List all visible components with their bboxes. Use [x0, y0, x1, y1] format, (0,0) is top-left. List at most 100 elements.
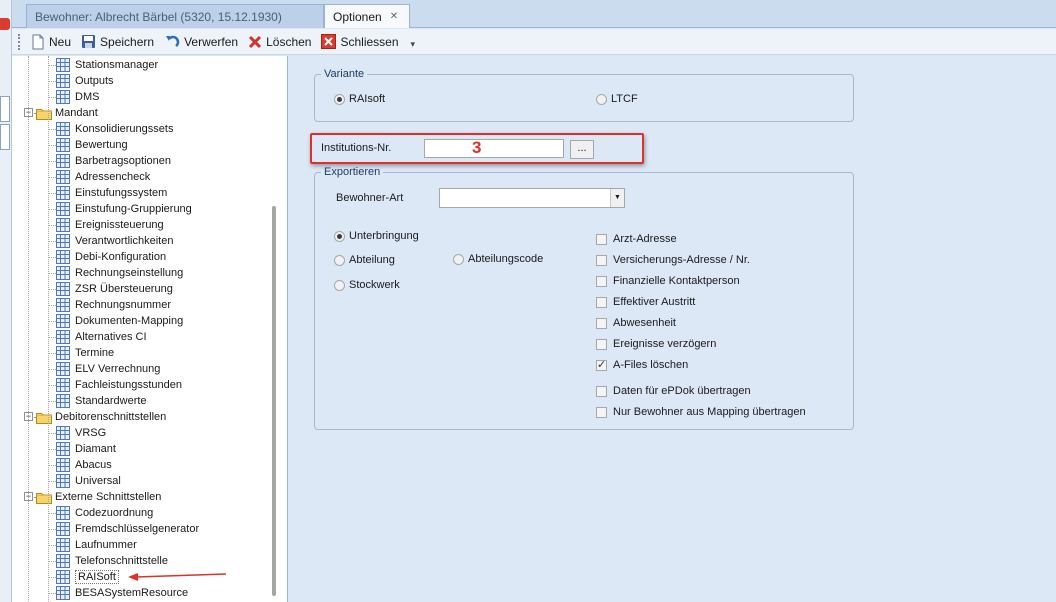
tree-connector [48, 161, 56, 162]
tab-optionen[interactable]: Optionen ✕ [324, 4, 410, 28]
tree-item[interactable]: Verantwortlichkeiten [56, 233, 173, 249]
checkbox-label: Ereignisse verzögern [613, 338, 717, 350]
grid-icon [56, 554, 70, 568]
grid-icon [56, 506, 70, 520]
tree-item[interactable]: Alternatives CI [56, 329, 147, 345]
radio-label: RAIsoft [349, 93, 386, 105]
checkbox-label: Versicherungs-Adresse / Nr. [613, 254, 750, 266]
tree-item[interactable]: Outputs [56, 73, 114, 89]
radio-unterbringung[interactable]: Unterbringung [334, 230, 419, 242]
radio-stockwerk[interactable]: Stockwerk [334, 279, 400, 291]
tree-item[interactable]: Diamant [56, 441, 116, 457]
checkbox-indicator [596, 338, 607, 350]
tree-item-label: Outputs [75, 75, 114, 87]
tree-item[interactable]: Laufnummer [56, 537, 137, 553]
tree-item[interactable]: Dokumenten-Mapping [56, 313, 183, 329]
tree-item[interactable]: Codezuordnung [56, 505, 153, 521]
tree-connector [48, 145, 56, 146]
checkbox-option[interactable]: Finanzielle Kontaktperson [596, 275, 740, 287]
options-content: Variante RAIsoft LTCF Institutions-Nr. 3… [290, 56, 1056, 602]
tree-item[interactable]: DMS [56, 89, 99, 105]
tree-item[interactable]: Rechnungsnummer [56, 297, 171, 313]
grid-icon [56, 170, 70, 184]
grid-icon [56, 378, 70, 392]
checkbox-label: Daten für ePDok übertragen [613, 385, 751, 397]
tree-item[interactable]: Fachleistungsstunden [56, 377, 182, 393]
tree-item[interactable]: Standardwerte [56, 393, 147, 409]
grid-icon [56, 522, 70, 536]
checkbox-indicator [596, 233, 607, 245]
tree-item[interactable]: ZSR Übersteuerung [56, 281, 173, 297]
delete-button[interactable]: Löschen [248, 35, 311, 49]
tab-resident[interactable]: Bewohner: Albrecht Bärbel (5320, 15.12.1… [26, 4, 324, 28]
checkbox-option[interactable]: Effektiver Austritt [596, 296, 695, 308]
tree-folder[interactable]: Externe Schnittstellen [36, 489, 161, 505]
edge-block [0, 96, 10, 122]
tree-item[interactable]: RAISoft [56, 569, 119, 585]
radio-ltcf[interactable]: LTCF [596, 93, 638, 105]
checkbox-option[interactable]: A-Files löschen [596, 358, 688, 371]
tree-item[interactable]: VRSG [56, 425, 106, 441]
radio-abteilungscode[interactable]: Abteilungscode [453, 253, 543, 265]
close-tab-icon[interactable]: ✕ [390, 11, 398, 22]
radio-abteilung[interactable]: Abteilung [334, 254, 395, 266]
tree-item[interactable]: BESASystemResource [56, 585, 188, 601]
tree-folder[interactable]: Debitorenschnittstellen [36, 409, 166, 425]
checkbox-option[interactable]: Nur Bewohner aus Mapping übertragen [596, 406, 806, 418]
save-button[interactable]: Speichern [81, 34, 154, 49]
tree-item[interactable]: Adressencheck [56, 169, 150, 185]
tree-connector [48, 321, 56, 322]
institution-nr-input[interactable] [424, 139, 564, 158]
tree-item-label: VRSG [75, 427, 107, 439]
checkbox-indicator [596, 406, 607, 418]
tree-item[interactable]: Konsolidierungssets [56, 121, 173, 137]
tree-item-label: Rechnungsnummer [75, 299, 171, 311]
discard-button-label: Verwerfen [184, 34, 239, 49]
close-app-icon[interactable] [0, 18, 10, 30]
scrollbar-thumb[interactable] [272, 206, 276, 596]
tree-item[interactable]: Stationsmanager [56, 57, 158, 73]
tree-connector [48, 353, 56, 354]
radio-label: Unterbringung [349, 230, 419, 242]
tree-item[interactable]: Debi-Konfiguration [56, 249, 166, 265]
checkbox-option[interactable]: Arzt-Adresse [596, 233, 677, 245]
grid-icon [56, 58, 70, 72]
checkbox-option[interactable]: Ereignisse verzögern [596, 338, 716, 350]
tree-item[interactable]: Barbetragsoptionen [56, 153, 171, 169]
tree-scrollbar[interactable] [270, 56, 280, 602]
tree-connector [48, 449, 56, 450]
tree-item-label: Barbetragsoptionen [75, 155, 172, 167]
tree-item[interactable]: ELV Verrechnung [56, 361, 160, 377]
tree-item[interactable]: Einstufungssystem [56, 185, 167, 201]
bewohner-art-select[interactable]: ▼ [439, 188, 625, 208]
tree-item[interactable]: Ereignissteuerung [56, 217, 164, 233]
radio-raisoft[interactable]: RAIsoft [334, 93, 385, 105]
toolbar-grip[interactable] [18, 33, 21, 50]
tree-item[interactable]: Universal [56, 473, 121, 489]
document-tab-bar: Bewohner: Albrecht Bärbel (5320, 15.12.1… [12, 0, 1056, 28]
checkbox-option[interactable]: Abwesenheit [596, 317, 676, 329]
tree-item-label: Ereignissteuerung [75, 219, 164, 231]
tree-folder[interactable]: Mandant [36, 105, 98, 121]
checkbox-option[interactable]: Daten für ePDok übertragen [596, 385, 751, 397]
grid-icon [56, 426, 70, 440]
edge-block [0, 124, 10, 150]
discard-button[interactable]: Verwerfen [164, 34, 238, 49]
tree-item[interactable]: Rechnungseinstellung [56, 265, 183, 281]
new-button[interactable]: Neu [31, 34, 71, 50]
tree-item-label: BESASystemResource [75, 587, 189, 599]
chevron-down-icon[interactable]: ▼ [610, 189, 624, 207]
tree-item[interactable]: Termine [56, 345, 114, 361]
close-button[interactable]: Schliessen [321, 34, 399, 49]
tree-item[interactable]: Abacus [56, 457, 112, 473]
folder-icon [36, 411, 52, 424]
tree-item-label: Rechnungseinstellung [75, 267, 184, 279]
checkbox-option[interactable]: Versicherungs-Adresse / Nr. [596, 254, 750, 266]
tree-item[interactable]: Einstufung-Gruppierung [56, 201, 192, 217]
grid-icon [56, 90, 70, 104]
checkbox-indicator [596, 385, 607, 397]
browse-button[interactable]: ... [570, 140, 594, 159]
tree-item[interactable]: Bewertung [56, 137, 128, 153]
tree-item[interactable]: Fremdschlüsselgenerator [56, 521, 199, 537]
toolbar-overflow-icon[interactable]: ▾ [411, 39, 416, 50]
